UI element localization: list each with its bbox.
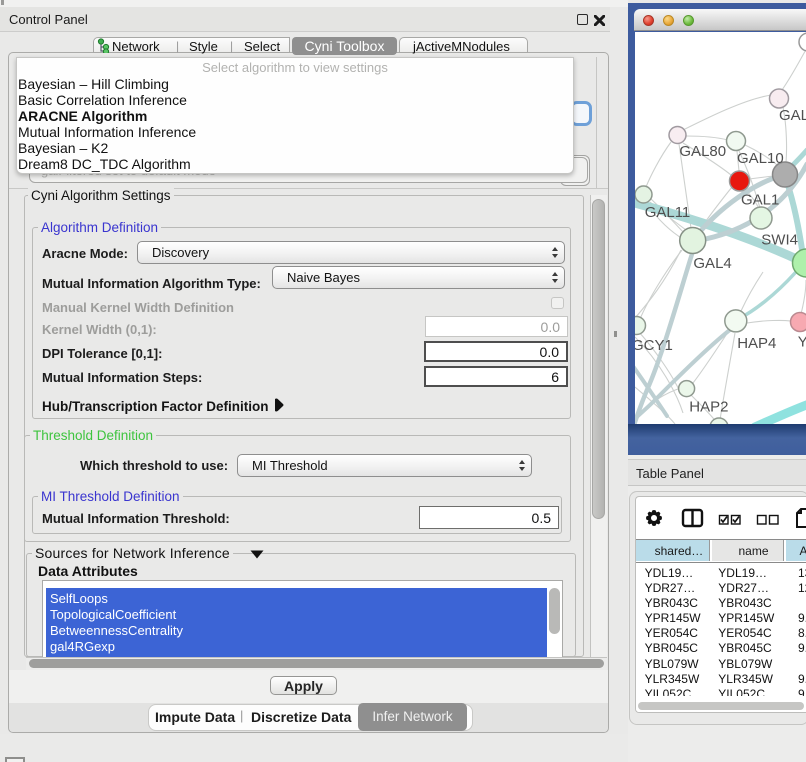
svg-text:SWI4: SWI4 — [761, 232, 798, 249]
svg-text:GAL7: GAL7 — [779, 107, 806, 124]
svg-text:GAL10: GAL10 — [737, 150, 784, 167]
svg-text:GAL4: GAL4 — [693, 255, 731, 272]
svg-text:GAL80: GAL80 — [679, 143, 726, 160]
svg-text:HAP4: HAP4 — [737, 335, 776, 352]
svg-text:GAL11: GAL11 — [645, 204, 691, 221]
svg-text:GAL1: GAL1 — [741, 192, 779, 209]
svg-text:HAP2: HAP2 — [689, 399, 728, 416]
svg-text:YJ: YJ — [798, 334, 806, 351]
svg-text:GCY1: GCY1 — [635, 337, 673, 354]
